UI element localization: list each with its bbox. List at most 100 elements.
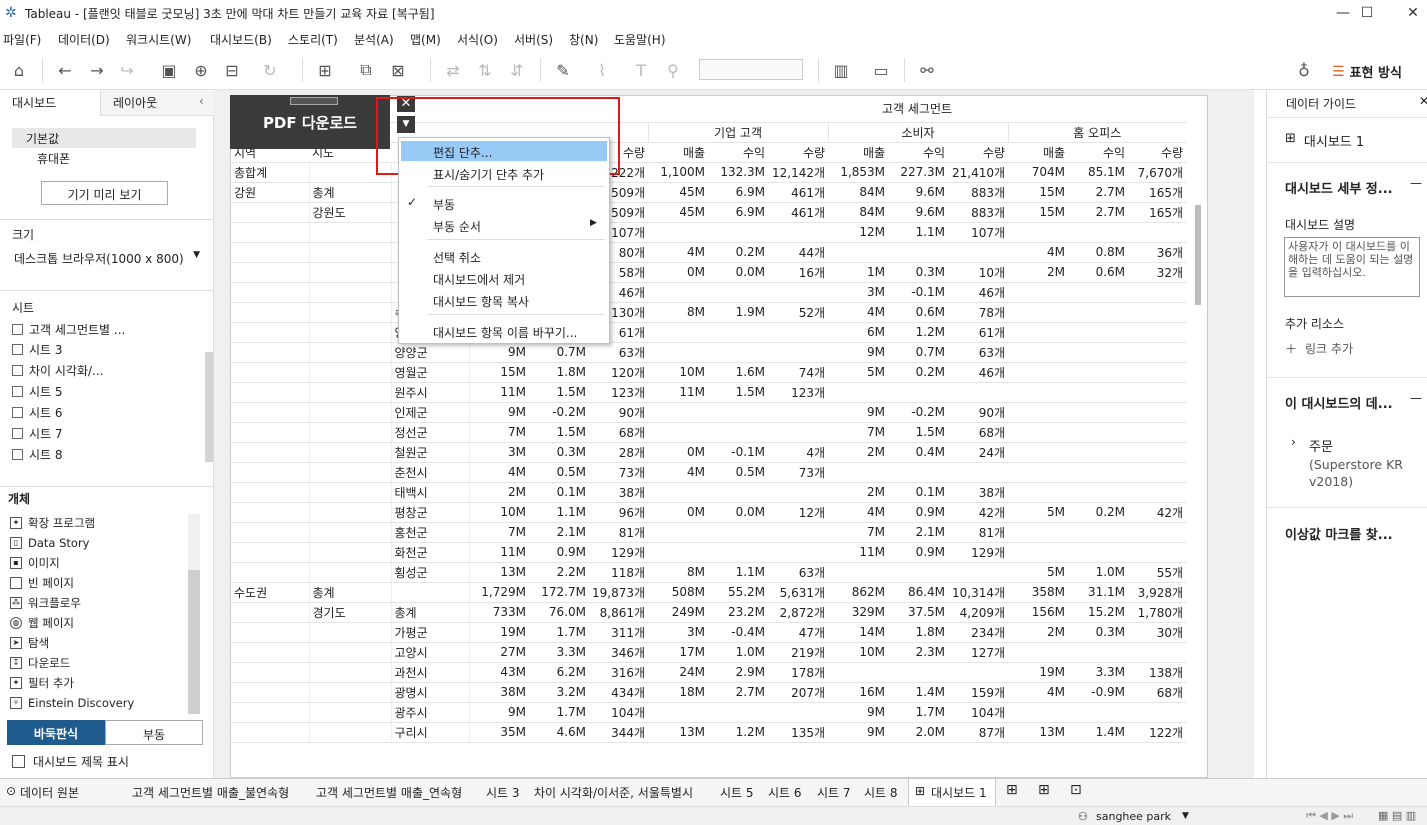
tab-layout[interactable]: 레이아웃 [100, 90, 214, 116]
table-row[interactable]: 횡성군 13M 2.2M 118개 8M 1.1M 63개 5M 1.0M 55개 [231, 562, 1187, 583]
menu-item-floating[interactable]: 부동 [401, 193, 607, 213]
menu-worksheet[interactable]: 워크시트(W) [126, 31, 191, 48]
new-datasource-icon[interactable]: ⊕ [189, 58, 213, 82]
object-image[interactable]: ▪ 이미지 [10, 553, 60, 573]
close-icon[interactable]: ✕ [1419, 94, 1427, 108]
object-web-page[interactable]: ◍ 웹 페이지 [10, 613, 74, 633]
table-row[interactable]: 경기도 총계 733M 76.0M 8,861개 249M 23.2M 2,872개 329M 3… [231, 602, 1187, 623]
table-row[interactable]: 속초시12M2.5M130개8M1.9M52개4M0.6M78개 [231, 302, 1187, 323]
sheet-scrollbar[interactable] [1195, 205, 1201, 305]
new-story-icon[interactable]: ⊡ [1070, 782, 1082, 798]
collapse-icon[interactable]: — [1410, 391, 1422, 405]
clear-sheet-icon[interactable]: ⊠ [386, 58, 410, 82]
table-row[interactable]: 인제군 9M -0.2M 90개 9M -0.2M 90개 [231, 402, 1187, 423]
menu-item-deselect[interactable]: 선택 취소 [401, 246, 607, 266]
table-row[interactable]: 107개 12M 1.1M 107개 [231, 222, 1187, 243]
table-row[interactable]: 춘천시 4M 0.5M 73개 4M 0.5M 73개 [231, 462, 1187, 483]
description-textarea[interactable]: 사용자가 이 대시보드를 이해하는 데 도움이 되는 설명을 입력하십시오. [1284, 237, 1420, 297]
object-add-filter[interactable]: ✦ 필터 추가 [10, 673, 74, 693]
sort-desc-icon[interactable]: ⇵ [505, 58, 529, 82]
menu-dashboard[interactable]: 대시보드(B) [210, 31, 272, 48]
menu-item-remove[interactable]: 대시보드에서 제거 [401, 268, 607, 288]
tab-sheet[interactable]: 시트 6 [768, 784, 802, 801]
new-dashboard-icon[interactable]: ⊞ [1038, 782, 1050, 798]
table-row[interactable]: 총합계 222개 1,100M 132.3M 12,142개 1,853M 227.3M 21… [231, 162, 1187, 183]
sheet-item[interactable]: 시트 3 [12, 339, 63, 359]
table-row[interactable]: 원주시 11M 1.5M 123개 11M 1.5M 123개 [231, 382, 1187, 403]
duplicate-sheet-icon[interactable]: ⧉ [354, 58, 378, 82]
show-me-button[interactable]: ☰ 표현 방식 [1332, 62, 1402, 82]
table-row[interactable]: 강원도 509개 45M 6.9M 461개 84M 9.6M 883개 15M 2.7M 165개 [231, 202, 1187, 223]
menu-window[interactable]: 창(N) [569, 31, 598, 48]
save-icon[interactable]: ▣ [157, 58, 181, 82]
refresh-icon[interactable]: ↻ [258, 58, 282, 82]
share-icon[interactable]: ⚯ [915, 58, 939, 82]
table-row[interactable]: 80개 4M 0.2M 44개 4M 0.8M 36개 [231, 242, 1187, 263]
sheet-item[interactable]: 시트 6 [12, 402, 63, 422]
chevron-right-icon[interactable]: › [1291, 435, 1296, 449]
data-section-heading[interactable]: 이 대시보드의 데... [1285, 393, 1393, 412]
menu-help[interactable]: 도움말(H) [614, 31, 666, 48]
add-link-button[interactable]: ＋ 링크 추가 [1285, 340, 1353, 357]
view-toggle-icon[interactable]: ▦ ▤ ▥ [1378, 809, 1416, 822]
tab-sheet[interactable]: 고객 세그먼트별 매출_연속형 [316, 784, 462, 801]
menu-analysis[interactable]: 분석(A) [354, 31, 394, 48]
fit-dropdown[interactable] [699, 59, 803, 80]
floating-button[interactable]: 부동 [105, 720, 203, 745]
menu-item-rename[interactable]: 대시보드 항목 이름 바꾸기... [401, 321, 607, 341]
table-row[interactable]: 홍천군 7M 2.1M 81개 7M 2.1M 81개 [231, 522, 1187, 543]
table-row[interactable]: 과천시 43M 6.2M 316개 24M 2.9M 178개 19M 3.3M 138개 [231, 662, 1187, 683]
tab-sheet[interactable]: 고객 세그먼트별 매출_불연속형 [132, 784, 289, 801]
table-row[interactable]: 양양군 9M 0.7M 63개 9M 0.7M 63개 [231, 342, 1187, 363]
collapse-icon[interactable]: — [1410, 176, 1422, 190]
crosstab-sheet[interactable]: 고객 세그먼트 기업 고객 소비자 홈 오피스 지역 시도 수량 매출 수익 수량 매출 수익 수량 매출… [230, 95, 1208, 778]
device-preview-button[interactable]: 기기 미리 보기 [41, 181, 168, 205]
sheet-item[interactable]: 고객 세그먼트별 ... [12, 319, 125, 339]
table-row[interactable]: 평창군 10M 1.1M 96개 0M 0.0M 12개 4M 0.9M 42개 5M 0.2M 42개 [231, 502, 1187, 523]
tab-dashboard[interactable]: 대시보드 [0, 90, 100, 116]
redo-icon[interactable]: → [85, 58, 109, 82]
group-icon[interactable]: ⌇ [590, 58, 614, 82]
scroll-thumb[interactable] [188, 570, 200, 714]
menu-item-edit-button[interactable]: 편집 단추... [401, 141, 607, 161]
pin-icon[interactable]: ⚲ [661, 58, 685, 82]
maximize-icon[interactable]: ☐ [1344, 0, 1390, 26]
table-row[interactable]: 화천군 11M 0.9M 129개 11M 0.9M 129개 [231, 542, 1187, 563]
menu-server[interactable]: 서버(S) [514, 31, 553, 48]
highlight-icon[interactable]: ✎ [551, 58, 575, 82]
table-row[interactable]: 가평군 19M 1.7M 311개 3M -0.4M 47개 14M 1.8M 234개 2M 0.3… [231, 622, 1187, 643]
sheet-item[interactable]: 시트 8 [12, 444, 63, 464]
new-worksheet-icon[interactable]: ⊞ [1006, 782, 1018, 798]
objects-scrollbar[interactable] [188, 514, 200, 714]
object-einstein[interactable]: ✧ Einstein Discovery [10, 693, 134, 713]
menu-file[interactable]: 파일(F) [3, 31, 41, 48]
sheet-item[interactable]: 시트 7 [12, 423, 63, 443]
tab-sheet[interactable]: 시트 8 [864, 784, 898, 801]
menu-item-floating-order[interactable]: 부동 순서 [401, 215, 607, 235]
tab-datasource[interactable]: 데이터 원본 [20, 784, 79, 801]
label-icon[interactable]: T [629, 58, 653, 82]
tab-dashboard-active[interactable]: ⊞ 대시보드 1 [908, 779, 996, 806]
tab-sheet[interactable]: 시트 7 [817, 784, 851, 801]
table-row[interactable]: 태백시 2M 0.1M 38개 2M 0.1M 38개 [231, 482, 1187, 503]
table-row[interactable]: 광명시 38M 3.2M 434개 18M 2.7M 207개 16M 1.4M 159개 4M -0… [231, 682, 1187, 703]
table-row[interactable]: 58개 0M 0.0M 16개 1M 0.3M 10개 2M 0.6M 32개 [231, 262, 1187, 283]
menu-format[interactable]: 서식(O) [457, 31, 498, 48]
drag-handle[interactable] [290, 97, 338, 105]
table-row[interactable]: 구리시 35M 4.6M 344개 13M 1.2M 135개 9M 2.0M 87개 13M 1.4… [231, 722, 1187, 743]
object-workflow[interactable]: ⁂ 워크플로우 [10, 593, 81, 613]
table-row[interactable]: 46개 3M -0.1M 46개 [231, 282, 1187, 303]
tab-sheet[interactable]: 시트 3 [486, 784, 520, 801]
object-blank[interactable]: 빈 페이지 [10, 573, 74, 593]
table-row[interactable]: 광주시 9M 1.7M 104개 9M 1.7M 104개 [231, 702, 1187, 723]
undo-icon[interactable]: ← [53, 58, 77, 82]
sort-asc-icon[interactable]: ⇅ [473, 58, 497, 82]
collapse-panel-icon[interactable]: ‹ [199, 94, 204, 108]
show-title-checkbox[interactable]: 대시보드 제목 표시 [12, 753, 129, 770]
nav-first-icon[interactable]: ⏮ ◀ ▶ ⏭ [1306, 809, 1353, 823]
sheet-item[interactable]: 시트 5 [12, 381, 63, 401]
user-name[interactable]: sanghee park [1096, 810, 1171, 823]
table-row[interactable]: 영월군 15M 1.8M 120개 10M 1.6M 74개 5M 0.2M 46개 [231, 362, 1187, 383]
close-icon[interactable]: ✕ [1390, 0, 1427, 26]
table-row[interactable]: 정선군 7M 1.5M 68개 7M 1.5M 68개 [231, 422, 1187, 443]
